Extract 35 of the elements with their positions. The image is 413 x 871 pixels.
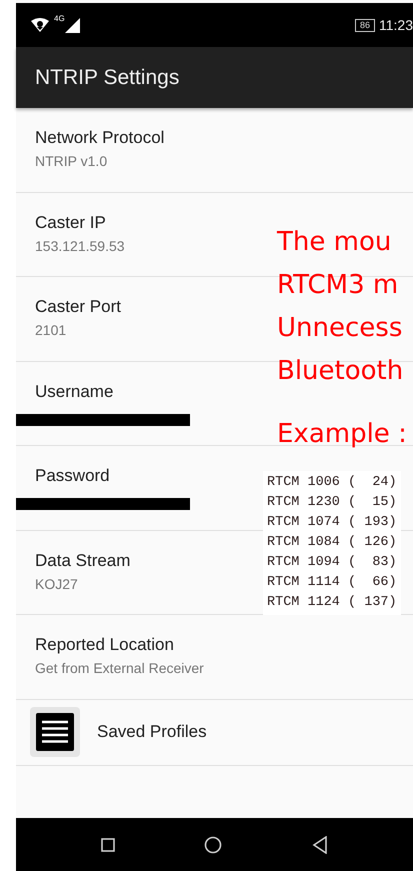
setting-title: Saved Profiles	[97, 721, 207, 743]
setting-title: Username	[35, 380, 114, 402]
log-line: RTCM 1124 ( 137)	[267, 594, 397, 612]
annotation-text: Bluetooth	[277, 355, 404, 388]
list-icon	[30, 707, 80, 757]
battery-level: 86	[354, 18, 375, 32]
network-label: 4G	[54, 13, 65, 25]
back-icon[interactable]	[312, 836, 328, 854]
setting-value: 2101	[35, 321, 66, 340]
setting-title: Password	[35, 465, 110, 487]
log-line: RTCM 1074 ( 193)	[267, 514, 397, 532]
log-line: RTCM 1114 ( 66)	[267, 574, 397, 592]
setting-value: Get from External Receiver	[35, 659, 204, 678]
setting-title: Caster Port	[35, 296, 121, 318]
recent-apps-icon[interactable]	[100, 838, 115, 852]
setting-value: KOJ27	[35, 574, 78, 594]
setting-title: Network Protocol	[35, 127, 164, 149]
screen-title: NTRIP Settings	[35, 64, 180, 91]
log-line: RTCM 1006 ( 24)	[267, 474, 397, 492]
log-line: RTCM 1094 ( 83)	[267, 554, 397, 572]
setting-title: Data Stream	[35, 550, 130, 572]
setting-value: 153.121.59.53	[35, 236, 125, 256]
signal-icon	[64, 18, 80, 32]
setting-title: Caster IP	[35, 212, 106, 234]
setting-value: NTRIP v1.0	[35, 152, 108, 171]
wifi-icon	[30, 17, 50, 33]
log-line: RTCM 1230 ( 15)	[267, 494, 397, 512]
log-line: RTCM 1084 ( 126)	[267, 534, 397, 552]
clock: 11:23	[379, 16, 413, 34]
annotation-label: Example :	[277, 418, 407, 451]
annotation-text: RTCM3 m	[277, 269, 400, 302]
annotation-text: Unnecess	[277, 312, 404, 345]
annotation-text: The mou	[277, 226, 392, 259]
home-icon[interactable]	[204, 836, 222, 854]
setting-title: Reported Location	[35, 634, 174, 656]
